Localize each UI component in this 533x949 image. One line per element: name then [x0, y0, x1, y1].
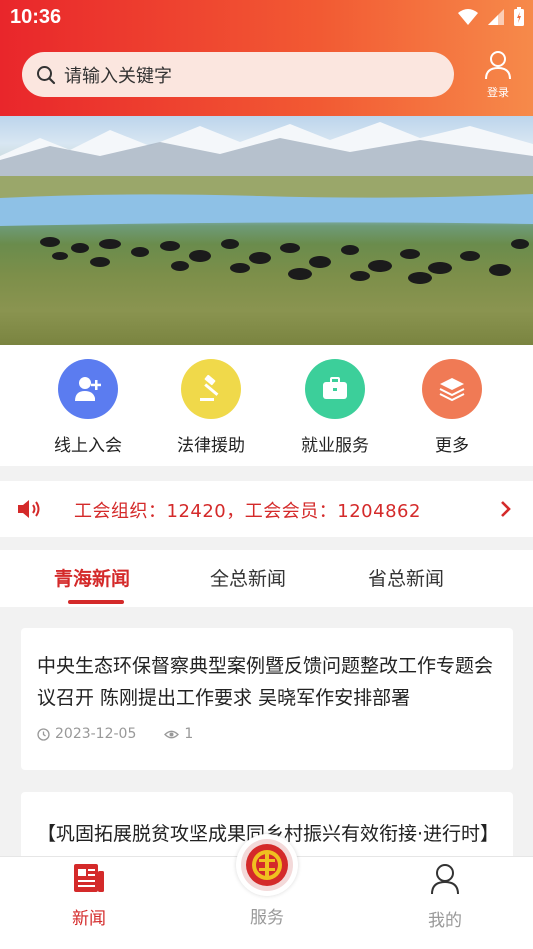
news-meta: 2023-12-05 1	[21, 714, 513, 742]
clock-icon	[37, 727, 50, 741]
search-placeholder: 请输入关键字	[64, 65, 172, 87]
news-date: 2023-12-05	[55, 726, 137, 742]
tab-provincial-news[interactable]: 省总新闻	[368, 564, 444, 591]
service-legal-aid[interactable]: 法律援助	[151, 359, 271, 456]
signal-icon	[488, 9, 504, 25]
add-user-icon	[58, 359, 118, 419]
banner-image	[0, 122, 533, 284]
news-title: 中央生态环保督察典型案例暨反馈问题整改工作专题会议召开 陈刚提出工作要求 吴晓军…	[37, 655, 494, 709]
user-icon	[485, 51, 511, 80]
login-label: 登录	[487, 86, 509, 99]
wifi-icon	[458, 9, 478, 25]
tab-national-news[interactable]: 全总新闻	[210, 564, 286, 591]
login-button[interactable]: 登录	[478, 50, 518, 100]
status-icons	[457, 7, 525, 27]
service-label: 就业服务	[301, 436, 369, 456]
news-views: 1	[184, 726, 194, 742]
news-tabs: 青海新闻 全总新闻 省总新闻	[0, 550, 533, 607]
nav-service[interactable]: 服务	[222, 897, 312, 928]
nav-mine[interactable]: 我的	[400, 863, 490, 931]
tab-qinghai-news[interactable]: 青海新闻	[54, 564, 130, 591]
nav-label: 服务	[250, 908, 284, 928]
status-time: 10:36	[10, 6, 62, 28]
service-label: 法律援助	[177, 436, 245, 456]
status-bar: 10:36	[0, 0, 533, 36]
newspaper-icon	[74, 864, 104, 892]
service-employment[interactable]: 就业服务	[275, 359, 395, 456]
search-icon	[37, 65, 56, 84]
layers-icon	[422, 359, 482, 419]
speaker-icon	[18, 500, 40, 518]
gavel-icon	[181, 359, 241, 419]
user-icon	[431, 864, 459, 895]
union-emblem-icon[interactable]	[236, 834, 298, 896]
news-card[interactable]: 中央生态环保督察典型案例暨反馈问题整改工作专题会议召开 陈刚提出工作要求 吴晓军…	[21, 628, 513, 770]
nav-label: 我的	[428, 911, 462, 931]
notice-text: 工会组织：12420，工会会员：1204862	[74, 501, 421, 522]
service-label: 线上入会	[54, 436, 122, 456]
banner-carousel[interactable]	[0, 116, 533, 345]
briefcase-icon	[305, 359, 365, 419]
eye-icon	[164, 730, 180, 738]
battery-icon	[514, 7, 524, 26]
tab-active-indicator	[68, 600, 124, 604]
service-label: 更多	[435, 436, 469, 456]
service-grid: 线上入会 法律援助 就业服务 更多	[0, 345, 533, 466]
header: 10:36 请输入关键字 登录	[0, 0, 533, 116]
service-more[interactable]: 更多	[392, 359, 512, 456]
service-online-join[interactable]: 线上入会	[28, 359, 148, 456]
nav-label: 新闻	[72, 909, 106, 929]
notice-bar[interactable]: 工会组织：12420，工会会员：1204862	[0, 481, 533, 537]
nav-news[interactable]: 新闻	[44, 863, 134, 929]
chevron-right-icon[interactable]	[500, 500, 512, 518]
search-input[interactable]: 请输入关键字	[22, 52, 454, 97]
